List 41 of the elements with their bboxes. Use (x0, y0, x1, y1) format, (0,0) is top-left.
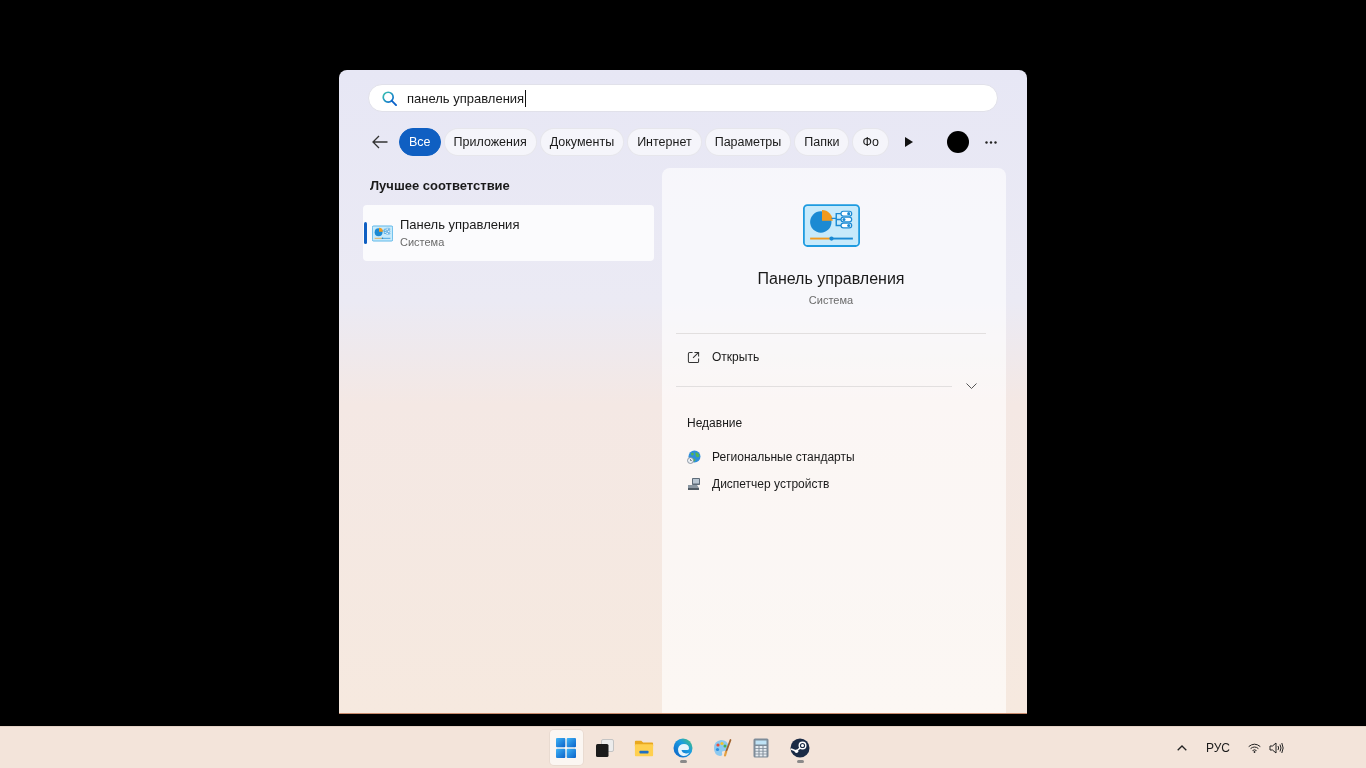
disc-lever-icon (790, 737, 810, 758)
text-cursor-icon (525, 89, 527, 107)
details-title: Панель управления (757, 269, 905, 289)
chevron-down-icon[interactable] (966, 383, 977, 389)
back-arrow-icon[interactable] (372, 135, 388, 149)
filter-tab[interactable]: Все (399, 128, 441, 156)
result-title: Панель управления (400, 217, 520, 233)
filter-tab[interactable]: Папки (794, 128, 850, 156)
result-subtitle: Система (400, 235, 445, 249)
external-link-icon (687, 350, 700, 364)
language-indicator[interactable]: РУС (1205, 740, 1230, 755)
computer-icon (687, 476, 701, 491)
palette-icon (712, 737, 732, 758)
filter-tab[interactable]: Фо (852, 128, 889, 156)
section-heading: Лучшее соответствие (370, 178, 510, 194)
filter-tab[interactable]: Документы (539, 128, 625, 156)
pie-chart-tile-icon (372, 224, 393, 242)
right-triangle-icon[interactable] (905, 137, 913, 147)
pie-chart-tile-icon (802, 204, 860, 247)
four-squares-icon (556, 737, 576, 758)
more-icon[interactable] (985, 140, 997, 144)
search-field[interactable]: панель управления (368, 84, 998, 112)
filter-tab[interactable]: Параметры (704, 128, 792, 156)
chevron-up-icon[interactable] (1176, 744, 1187, 751)
result-item[interactable]: Панель управления Система (363, 205, 654, 261)
speaker-icon[interactable] (1269, 741, 1284, 754)
avatar-icon[interactable] (947, 131, 969, 153)
globe-icon (687, 449, 701, 464)
section-heading: Недавние (687, 416, 743, 431)
filter-tab[interactable]: Приложения (443, 128, 537, 156)
open-action[interactable]: Открыть (712, 350, 760, 364)
filter-tab[interactable]: Интернет (627, 128, 702, 156)
details-subtitle: Система (808, 293, 854, 307)
calculator-icon (751, 737, 771, 758)
wifi-icon[interactable] (1248, 742, 1261, 753)
selection-indicator-icon (364, 222, 367, 244)
swirl-icon (673, 737, 693, 758)
recent-item[interactable]: Региональные стандарты (712, 449, 855, 464)
search-icon (382, 90, 397, 106)
recent-item[interactable]: Диспетчер устройств (712, 476, 830, 491)
overlapping-squares-icon (595, 737, 615, 758)
